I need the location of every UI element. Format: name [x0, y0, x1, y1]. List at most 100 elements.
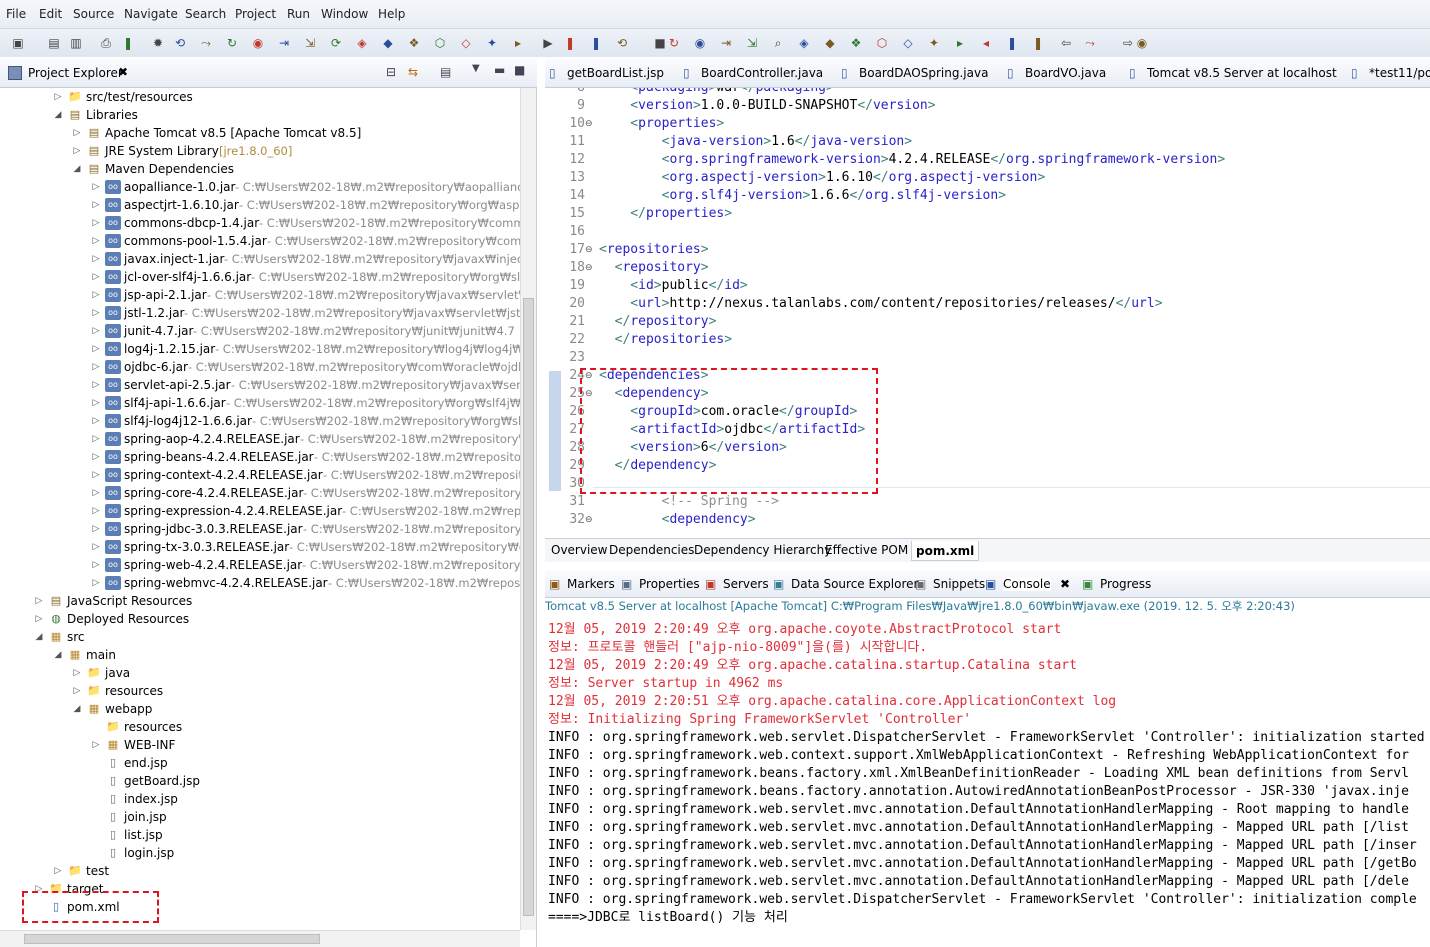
scrollbar-thumb-h[interactable]: [24, 934, 320, 944]
tree-item[interactable]: ▷ oo spring-web-4.2.4.RELEASE.jar - C:₩Use…: [0, 556, 520, 574]
toolbar-button-icon[interactable]: ✦: [484, 35, 500, 51]
collapsed-arrow-icon[interactable]: ▷: [91, 502, 101, 520]
toolbar-button-icon[interactable]: ↻: [666, 35, 682, 51]
tree-item[interactable]: ▷ oo spring-beans-4.2.4.RELEASE.jar - C:₩U…: [0, 448, 520, 466]
tree-item[interactable]: ▯ list.jsp: [0, 826, 520, 844]
toolbar-button-icon[interactable]: ▸: [510, 35, 526, 51]
toolbar-button-icon[interactable]: ◈: [796, 35, 812, 51]
tree-item[interactable]: ◢ ▤ Maven Dependencies: [0, 160, 520, 178]
collapsed-arrow-icon[interactable]: ▷: [91, 736, 101, 754]
tree-item[interactable]: ▷ 📁 src/test/resources: [0, 88, 520, 106]
filter-icon[interactable]: ▤: [440, 65, 451, 79]
expanded-arrow-icon[interactable]: ◢: [34, 628, 44, 646]
collapsed-arrow-icon[interactable]: ▷: [91, 376, 101, 394]
toolbar-button-icon[interactable]: ⇥: [276, 35, 292, 51]
collapsed-arrow-icon[interactable]: ▷: [91, 448, 101, 466]
menu-source[interactable]: Source: [73, 7, 114, 21]
tree-item[interactable]: ▷ ◍ Deployed Resources: [0, 610, 520, 628]
collapsed-arrow-icon[interactable]: ▷: [91, 556, 101, 574]
tree-item[interactable]: ▷ oo aspectjrt-1.6.10.jar - C:₩Users₩202-1…: [0, 196, 520, 214]
tree-item[interactable]: ▷ 📁 resources: [0, 682, 520, 700]
tree-item[interactable]: ▷ 📁 test: [0, 862, 520, 880]
toolbar-button-icon[interactable]: ◉: [1134, 35, 1150, 51]
view-tab-data-source-explorer[interactable]: Data Source Explorer: [791, 577, 918, 591]
collapsed-arrow-icon[interactable]: ▷: [91, 484, 101, 502]
tree-item[interactable]: ▷ oo commons-pool-1.5.4.jar - C:₩Users₩202…: [0, 232, 520, 250]
tree-item[interactable]: 📁 resources: [0, 718, 520, 736]
toolbar-button-icon[interactable]: ⤳: [198, 35, 214, 51]
toolbar-button-icon[interactable]: ⬡: [874, 35, 890, 51]
collapsed-arrow-icon[interactable]: ▷: [91, 520, 101, 538]
tree-item[interactable]: ▯ end.jsp: [0, 754, 520, 772]
vertical-scrollbar[interactable]: [520, 88, 536, 930]
toolbar-button-icon[interactable]: ❚: [1030, 35, 1046, 51]
editor-tab[interactable]: BoardDAOSpring.java: [859, 66, 988, 80]
toolbar-button-icon[interactable]: ⬡: [432, 35, 448, 51]
console-output[interactable]: 12월 05, 2019 2:20:49 오후 org.apache.coyot…: [545, 615, 1430, 947]
tree-item[interactable]: ▷ oo log4j-1.2.15.jar - C:₩Users₩202-18₩.m…: [0, 340, 520, 358]
tree-item[interactable]: ◢ ▦ webapp: [0, 700, 520, 718]
tree-item[interactable]: ▷ ▦ WEB-INF: [0, 736, 520, 754]
save-all-icon[interactable]: ▥: [68, 35, 84, 51]
menu-run[interactable]: Run: [287, 7, 310, 21]
tree-item[interactable]: ▷ 📁 java: [0, 664, 520, 682]
tree-item[interactable]: ◢ ▦ src: [0, 628, 520, 646]
toolbar-button-icon[interactable]: ⇲: [302, 35, 318, 51]
collapsed-arrow-icon[interactable]: ▷: [91, 304, 101, 322]
toolbar-button-icon[interactable]: ❚: [1004, 35, 1020, 51]
collapsed-arrow-icon[interactable]: ▷: [91, 538, 101, 556]
tree-item[interactable]: ▷ ▤ Apache Tomcat v8.5 [Apache Tomcat v8.5…: [0, 124, 520, 142]
tree-item[interactable]: ▷ oo junit-4.7.jar - C:₩Users₩202-18₩.m2₩r…: [0, 322, 520, 340]
menu-project[interactable]: Project: [235, 7, 276, 21]
pom-tab-pom-xml[interactable]: pom.xml: [911, 541, 980, 561]
pom-tab-overview[interactable]: Overview: [551, 543, 608, 557]
expanded-arrow-icon[interactable]: ◢: [53, 646, 63, 664]
collapsed-arrow-icon[interactable]: ▷: [34, 592, 44, 610]
editor-tab[interactable]: Tomcat v8.5 Server at localhost: [1147, 66, 1337, 80]
toolbar-button-icon[interactable]: ❚: [562, 35, 578, 51]
tree-item[interactable]: ▷ oo ojdbc-6.jar - C:₩Users₩202-18₩.m2₩rep…: [0, 358, 520, 376]
save-icon[interactable]: ▤: [46, 35, 62, 51]
tree-item[interactable]: ▷ oo spring-jdbc-3.0.3.RELEASE.jar - C:₩Us…: [0, 520, 520, 538]
view-tab-servers[interactable]: Servers: [723, 577, 769, 591]
link-editor-icon[interactable]: ⇆: [408, 65, 418, 79]
toolbar-button-icon[interactable]: ↻: [224, 35, 240, 51]
close-icon[interactable]: ✖: [118, 65, 128, 79]
toolbar-button-icon[interactable]: ◆: [822, 35, 838, 51]
collapsed-arrow-icon[interactable]: ▷: [72, 124, 82, 142]
tree-item[interactable]: ▷ oo jcl-over-slf4j-1.6.6.jar - C:₩Users₩2…: [0, 268, 520, 286]
toolbar-button-icon[interactable]: ❖: [406, 35, 422, 51]
collapsed-arrow-icon[interactable]: ▷: [53, 862, 63, 880]
collapsed-arrow-icon[interactable]: ▷: [91, 340, 101, 358]
tree-item[interactable]: ▷ oo slf4j-log4j12-1.6.6.jar - C:₩Users₩20…: [0, 412, 520, 430]
collapsed-arrow-icon[interactable]: ▷: [91, 196, 101, 214]
toolbar-button-icon[interactable]: ▸: [952, 35, 968, 51]
menu-navigate[interactable]: Navigate: [124, 7, 178, 21]
collapsed-arrow-icon[interactable]: ▷: [91, 466, 101, 484]
collapsed-arrow-icon[interactable]: ▷: [91, 232, 101, 250]
toolbar-button-icon[interactable]: ❚: [120, 35, 136, 51]
collapsed-arrow-icon[interactable]: ▷: [53, 88, 63, 106]
tree-item[interactable]: ▯ getBoard.jsp: [0, 772, 520, 790]
collapsed-arrow-icon[interactable]: ▷: [72, 142, 82, 160]
editor-tab[interactable]: BoardController.java: [701, 66, 823, 80]
menu-file[interactable]: File: [6, 7, 26, 21]
minimize-icon[interactable]: ▬: [494, 63, 505, 77]
expanded-arrow-icon[interactable]: ◢: [72, 160, 82, 178]
back-icon[interactable]: ⇦: [1058, 35, 1074, 51]
fold-toggle-icon[interactable]: ⊖: [585, 241, 593, 259]
pom-tab-dependency-hierarchy[interactable]: Dependency Hierarchy: [694, 543, 831, 557]
search-icon[interactable]: ⌕: [770, 35, 786, 51]
toolbar-button-icon[interactable]: ⤳: [1082, 35, 1098, 51]
collapsed-arrow-icon[interactable]: ▷: [91, 214, 101, 232]
toolbar-button-icon[interactable]: ◈: [354, 35, 370, 51]
collapsed-arrow-icon[interactable]: ▷: [91, 574, 101, 592]
tree-item[interactable]: ▷ oo jsp-api-2.1.jar - C:₩Users₩202-18₩.m2…: [0, 286, 520, 304]
collapsed-arrow-icon[interactable]: ▷: [91, 250, 101, 268]
horizontal-scrollbar[interactable]: [0, 930, 520, 947]
tree-item[interactable]: ▷ oo spring-webmvc-4.2.4.RELEASE.jar - C:₩…: [0, 574, 520, 592]
collapsed-arrow-icon[interactable]: ▷: [91, 430, 101, 448]
collapse-all-icon[interactable]: ⊟: [386, 65, 396, 79]
fold-toggle-icon[interactable]: ⊖: [585, 511, 593, 529]
collapsed-arrow-icon[interactable]: ▷: [91, 358, 101, 376]
